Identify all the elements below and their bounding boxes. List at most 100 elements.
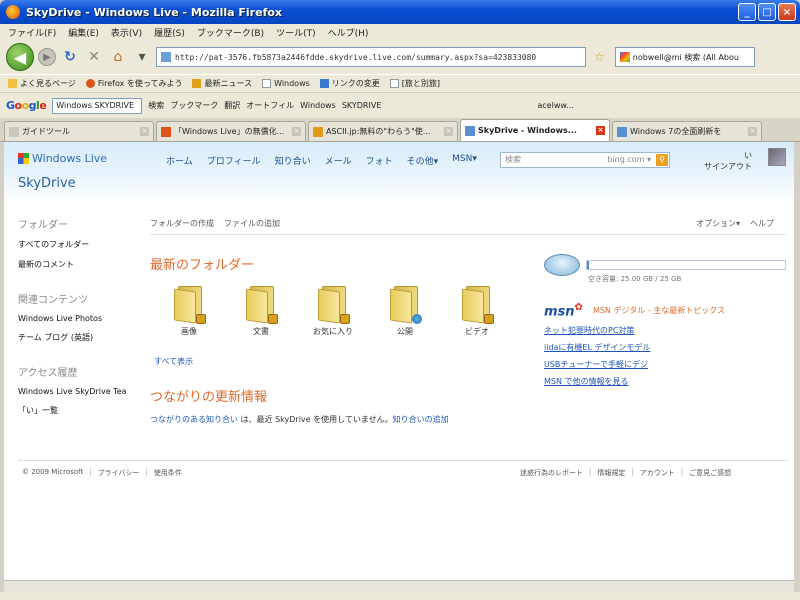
top-navigation: ホーム プロフィール 知り合い メール フォト その他▾ MSN▾ xyxy=(166,154,477,167)
terms-link[interactable]: 使用条件 xyxy=(154,468,182,478)
menu-tools[interactable]: ツール(T) xyxy=(276,26,316,39)
msn-title[interactable]: MSN デジタル - 主な最新トピックス xyxy=(593,305,725,316)
msn-logo[interactable]: msn✿ xyxy=(544,302,583,319)
bookmark-item[interactable]: よく見るページ xyxy=(8,78,76,89)
home-icon[interactable]: ⌂ xyxy=(108,47,128,67)
search-provider[interactable]: bing.com ▾ xyxy=(607,153,651,167)
stop-icon[interactable]: ✕ xyxy=(84,47,104,67)
nav-mail[interactable]: メール xyxy=(325,154,352,167)
add-files-button[interactable]: ファイルの追加 xyxy=(224,218,280,229)
folder-item[interactable]: 公開 xyxy=(380,286,430,337)
maximize-button[interactable]: □ xyxy=(758,3,776,21)
nav-people[interactable]: 知り合い xyxy=(275,154,311,167)
help-link[interactable]: ヘルプ xyxy=(750,218,774,229)
web-search-input[interactable]: 検索 bing.com ▾ ⚲ xyxy=(500,152,670,168)
search-input[interactable]: nobwell@mi 検索 (All Abou xyxy=(614,47,755,67)
google-search-button[interactable]: 検索 xyxy=(148,100,164,111)
windows-flag-icon xyxy=(18,153,29,164)
bookmark-item[interactable]: Firefox を使ってみよう xyxy=(85,78,182,89)
sidebar-item-list[interactable]: 「い」一覧 xyxy=(18,405,138,416)
tab-skydrive[interactable]: SkyDrive - Windows... × xyxy=(460,119,610,141)
nav-photos[interactable]: フォト xyxy=(366,154,393,167)
dropdown-icon[interactable]: ▾ xyxy=(132,47,152,67)
bookmark-star-icon[interactable]: ☆ xyxy=(594,50,605,64)
user-name[interactable]: い xyxy=(704,150,752,161)
sidebar-item-skydrive-team[interactable]: Windows Live SkyDrive Tea xyxy=(18,387,138,396)
horizontal-scrollbar[interactable] xyxy=(4,580,794,592)
msn-link[interactable]: USBチューナーで手軽にデジ xyxy=(544,359,794,370)
show-all-link[interactable]: すべて表示 xyxy=(154,356,193,367)
tab-ascii[interactable]: ASCII.jp:無料の"わらう"使... × xyxy=(308,121,458,141)
minimize-button[interactable]: _ xyxy=(738,3,756,21)
bookmark-item[interactable]: リンクの変更 xyxy=(319,78,380,89)
report-abuse-link[interactable]: 迷惑行為のレポート xyxy=(520,468,583,478)
msn-panel: msn✿ MSN デジタル - 主な最新トピックス ネット犯罪時代のPC対策 i… xyxy=(544,302,794,393)
options-menu[interactable]: オプション▾ xyxy=(696,218,740,229)
reload-icon[interactable]: ↻ xyxy=(60,47,80,67)
tab-close-icon[interactable]: × xyxy=(292,127,301,136)
menu-help[interactable]: ヘルプ(H) xyxy=(328,26,369,39)
close-button[interactable]: × xyxy=(778,3,796,21)
google-windows-button[interactable]: Windows xyxy=(300,101,336,110)
windows-live-logo[interactable]: Windows Live xyxy=(18,152,107,165)
menu-history[interactable]: 履歴(S) xyxy=(154,26,185,39)
nav-home[interactable]: ホーム xyxy=(166,154,193,167)
firefox-icon xyxy=(6,5,20,19)
feedback-link[interactable]: ご意見ご感想 xyxy=(689,468,731,478)
account-link[interactable]: アカウント xyxy=(640,468,675,478)
menu-bookmarks[interactable]: ブックマーク(B) xyxy=(197,26,264,39)
menu-bar: ファイル(F) 編集(E) 表示(V) 履歴(S) ブックマーク(B) ツール(… xyxy=(0,24,800,40)
signout-link[interactable]: サインアウト xyxy=(704,161,752,172)
msn-link[interactable]: MSN で他の情報を見る xyxy=(544,376,794,387)
search-engine-icon[interactable] xyxy=(619,52,630,62)
tab-windows7[interactable]: Windows 7の全面刷新を × xyxy=(612,121,762,141)
bookmark-item[interactable]: 最新ニュース xyxy=(192,78,252,89)
lock-icon xyxy=(484,314,494,324)
bookmark-item[interactable]: Windows xyxy=(262,79,310,88)
address-bar[interactable]: http://pat-3576.fb5873a2446fdde.skydrive… xyxy=(156,47,586,67)
sidebar-item-recent-comments[interactable]: 最新のコメント xyxy=(18,259,138,270)
folder-item[interactable]: 画像 xyxy=(164,286,214,337)
connections-link[interactable]: つながりのある知り合い xyxy=(150,415,238,424)
folder-item[interactable]: 文書 xyxy=(236,286,286,337)
msn-link[interactable]: ネット犯罪時代のPC対策 xyxy=(544,325,794,336)
tab-windows-live-free[interactable]: 「Windows Live」の無償化... × xyxy=(156,121,306,141)
back-button[interactable]: ◀ xyxy=(6,43,34,71)
google-account-button[interactable]: acelww... xyxy=(537,101,573,110)
menu-file[interactable]: ファイル(F) xyxy=(8,26,56,39)
tab-guide[interactable]: ガイドツール × xyxy=(4,121,154,141)
sidebar-item-team-blog[interactable]: チーム ブログ (英語) xyxy=(18,332,138,343)
folder-item[interactable]: ビデオ xyxy=(452,286,502,337)
nav-profile[interactable]: プロフィール xyxy=(207,154,261,167)
google-search-input[interactable]: Windows SKYDRIVE xyxy=(52,97,143,114)
add-people-link[interactable]: 知り合いの追加 xyxy=(393,415,449,424)
folder-item[interactable]: お気に入り xyxy=(308,286,358,337)
user-area: い サインアウト xyxy=(704,150,752,172)
nav-more[interactable]: その他▾ xyxy=(407,154,439,167)
sidebar-item-live-photos[interactable]: Windows Live Photos xyxy=(18,314,138,323)
tab-close-icon[interactable]: × xyxy=(140,127,149,136)
tab-close-icon[interactable]: × xyxy=(444,127,453,136)
menu-edit[interactable]: 編集(E) xyxy=(68,26,99,39)
nav-msn[interactable]: MSN▾ xyxy=(452,154,477,167)
google-skydrive-button[interactable]: SKYDRIVE xyxy=(342,101,382,110)
forward-button[interactable]: ▶ xyxy=(38,48,56,66)
site-header xyxy=(4,142,794,202)
tab-close-icon[interactable]: × xyxy=(748,127,757,136)
folder-icon xyxy=(246,286,278,324)
bookmark-item[interactable]: [旅と別旅] xyxy=(389,78,440,89)
google-translate-button[interactable]: 翻訳 xyxy=(224,100,240,111)
avatar[interactable] xyxy=(768,148,786,166)
search-icon[interactable]: ⚲ xyxy=(656,154,668,166)
msn-link[interactable]: iidaに有機EL デザインモデル xyxy=(544,342,794,353)
code-of-conduct-link[interactable]: 情報規定 xyxy=(597,468,625,478)
google-autofill-button[interactable]: オートフィル xyxy=(246,100,294,111)
sidebar-item-all-folders[interactable]: すべてのフォルダー xyxy=(18,239,138,250)
tab-close-icon[interactable]: × xyxy=(596,126,605,135)
menu-view[interactable]: 表示(V) xyxy=(111,26,142,39)
google-bookmarks-button[interactable]: ブックマーク xyxy=(170,100,218,111)
create-folder-button[interactable]: フォルダーの作成 xyxy=(150,218,214,229)
google-logo: Google xyxy=(6,99,47,112)
footer-right: 迷惑行為のレポート | 情報規定 | アカウント | ご意見ご感想 xyxy=(520,468,732,478)
privacy-link[interactable]: プライバシー xyxy=(97,468,139,478)
